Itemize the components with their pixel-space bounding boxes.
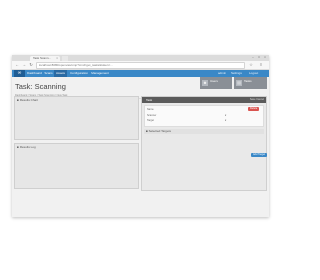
task-row-name[interactable]: Name xyxy=(147,108,227,112)
back-icon[interactable]: ← xyxy=(14,62,20,68)
results-chart-panel: ■Results Chart xyxy=(14,96,139,140)
nav-item-assets[interactable]: Assets xyxy=(54,70,67,77)
nav-logout[interactable]: Logout xyxy=(249,70,258,77)
task-panel-header: Task Save Cancel xyxy=(142,97,266,103)
chevron-down-icon[interactable]: ▾ xyxy=(225,114,226,118)
page-title: Task: Scanning xyxy=(15,82,66,91)
selected-targets-header[interactable]: ■ Selected Targets xyxy=(144,129,264,134)
task-panel-title: Task xyxy=(146,98,153,102)
task-row-label: Target xyxy=(147,119,154,122)
task-row-scanner[interactable]: Scanner ▾ xyxy=(147,114,227,118)
logo-icon[interactable]: ∞ xyxy=(14,70,25,77)
forward-icon[interactable]: → xyxy=(21,62,27,68)
nav-item-scans[interactable]: Scans xyxy=(43,70,54,77)
nav-settings[interactable]: Settings xyxy=(231,70,242,77)
task-row-label: Scanner xyxy=(147,114,157,117)
results-log-label: Results Log xyxy=(19,145,36,149)
task-form: Delete Name Scanner ▾ Target ▾ xyxy=(144,105,264,127)
browser-window: Task Scann... × – □ × ← → ↻ localhost:80… xyxy=(12,55,269,217)
results-chart-header: ■Results Chart xyxy=(17,98,38,103)
close-window-icon[interactable]: × xyxy=(262,55,268,60)
url-input[interactable]: localhost:8080/openvas/omp?cmd=get_tasks… xyxy=(36,62,245,69)
results-chart-label: Results Chart xyxy=(19,98,38,102)
task-row-target[interactable]: Target ▾ xyxy=(147,119,227,123)
task-panel: Task Save Cancel Delete Name Scanner ▾ T… xyxy=(141,96,267,191)
results-log-header: ■Results Log xyxy=(17,145,36,150)
address-bar-row: ← → ↻ localhost:8080/openvas/omp?cmd=get… xyxy=(12,61,269,70)
delete-button[interactable]: Delete xyxy=(248,107,260,111)
users-stat-label: Users xyxy=(210,79,218,83)
add-target-button[interactable]: Add Target xyxy=(251,153,268,157)
star-icon[interactable]: ☆ xyxy=(248,62,254,68)
bullet-icon: ■ xyxy=(17,145,19,149)
nav-user[interactable]: admin xyxy=(218,70,226,77)
users-icon: ☻ xyxy=(202,80,208,86)
task-row-label: Name xyxy=(147,108,154,111)
bullet-icon: ■ xyxy=(17,98,19,102)
app-navbar: ∞ Dashboard Scans Assets Configuration M… xyxy=(12,70,269,77)
nav-item-configuration[interactable]: Configuration xyxy=(68,70,90,77)
tasks-icon: ▤ xyxy=(236,80,242,86)
selected-targets-label: Selected Targets xyxy=(148,129,171,133)
reload-icon[interactable]: ↻ xyxy=(28,62,34,68)
browser-menu-icon[interactable]: ≡ xyxy=(258,62,264,68)
task-actions[interactable]: Save Cancel xyxy=(250,98,264,102)
nav-item-management[interactable]: Management xyxy=(90,70,110,77)
nav-item-dashboard[interactable]: Dashboard xyxy=(26,70,43,77)
results-log-panel: ■Results Log xyxy=(14,143,139,189)
chevron-down-icon[interactable]: ▾ xyxy=(225,119,226,123)
tasks-stat-tile[interactable]: ▤ Tasks xyxy=(234,77,267,89)
tasks-stat-label: Tasks xyxy=(244,79,252,83)
users-stat-tile[interactable]: ☻ Users xyxy=(200,77,232,89)
